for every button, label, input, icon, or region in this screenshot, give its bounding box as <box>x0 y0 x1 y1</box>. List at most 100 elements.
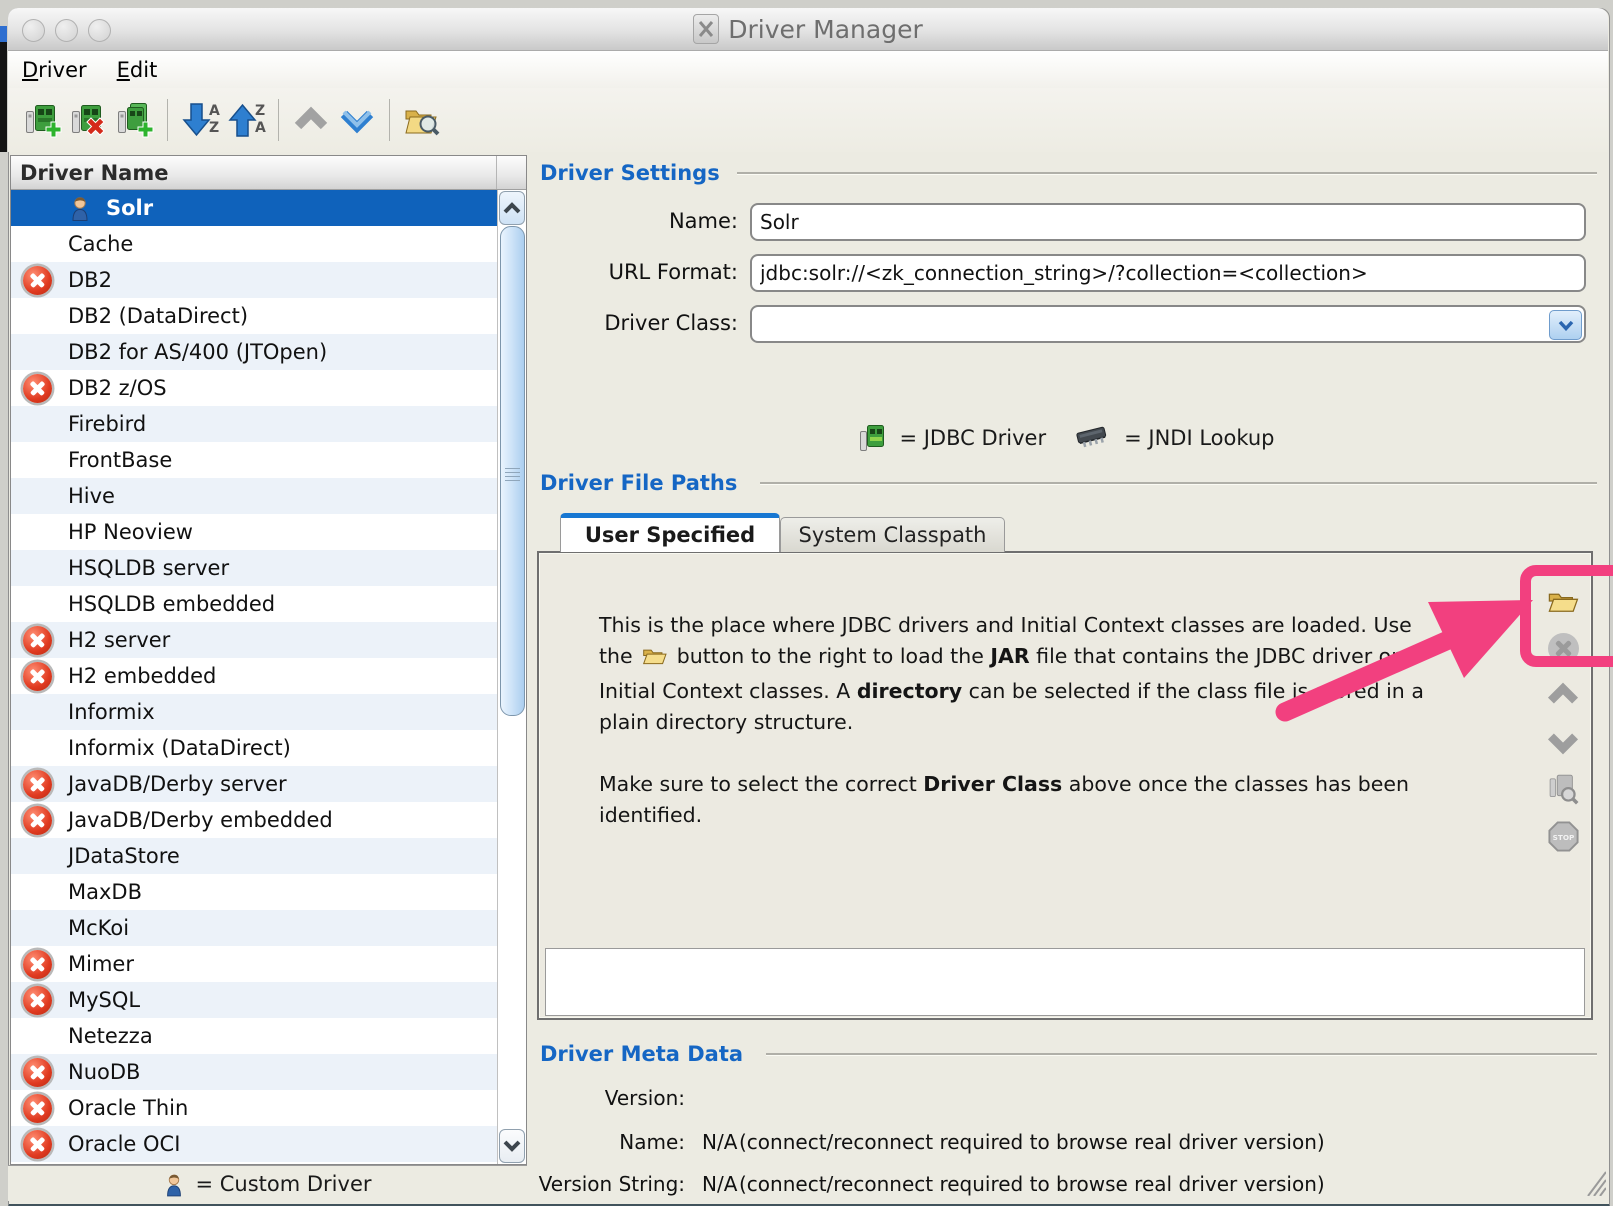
driver-row[interactable]: McKoi <box>11 910 498 946</box>
driver-name-label: DB2 <box>68 268 112 292</box>
title-bar: Driver Manager <box>8 8 1608 51</box>
move-up-button[interactable] <box>288 97 334 143</box>
sort-descending-icon: Z A <box>225 101 267 139</box>
jndi-lookup-legend-label: = JNDI Lookup <box>1124 426 1274 450</box>
scroll-up-button[interactable] <box>499 191 525 225</box>
folder-icon <box>641 644 668 676</box>
driver-paths-list[interactable] <box>545 948 1585 1016</box>
section-divider <box>766 1053 1597 1056</box>
url-format-input[interactable] <box>750 254 1586 292</box>
driver-row[interactable]: Oracle Thin <box>11 1090 498 1126</box>
stop-button[interactable]: STOP <box>1545 819 1581 853</box>
driver-row[interactable]: Oracle OCI <box>11 1126 498 1162</box>
jdbc-driver-legend-label: = JDBC Driver <box>899 426 1046 450</box>
driver-class-dropdown-button[interactable] <box>1549 310 1582 340</box>
sort-ascending-button[interactable]: A Z <box>177 97 223 143</box>
menu-driver[interactable]: Driver <box>22 58 87 82</box>
move-down-icon <box>339 105 375 135</box>
driver-name-label: Mimer <box>68 952 134 976</box>
driver-row[interactable]: JDataStore <box>11 838 498 874</box>
svg-text:A: A <box>255 120 266 136</box>
driver-name-label: HP Neoview <box>68 520 193 544</box>
version-string-value: N/A <box>702 1172 737 1196</box>
find-driver-button[interactable] <box>399 97 445 143</box>
driver-row[interactable]: NuoDB <box>11 1054 498 1090</box>
driver-row[interactable]: HP Neoview <box>11 514 498 550</box>
custom-driver-legend: = Custom Driver <box>8 1165 527 1201</box>
driver-name-label: Firebird <box>68 412 146 436</box>
section-divider <box>760 482 1597 485</box>
driver-row[interactable]: H2 server <box>11 622 498 658</box>
driver-name-label: JavaDB/Derby server <box>68 772 287 796</box>
move-path-up-button[interactable] <box>1545 678 1581 712</box>
meta-name-note: (connect/reconnect required to browse re… <box>739 1130 1325 1154</box>
driver-row[interactable]: Informix <box>11 694 498 730</box>
driver-list-header[interactable]: Driver Name <box>11 156 526 190</box>
resize-grip[interactable] <box>1584 1168 1606 1196</box>
find-driver-class-button[interactable] <box>1545 772 1581 806</box>
driver-row[interactable]: Cache <box>11 226 498 262</box>
driver-row[interactable]: DB2 for AS/400 (JTOpen) <box>11 334 498 370</box>
sort-descending-button[interactable]: Z A <box>223 97 269 143</box>
driver-class-input[interactable] <box>750 305 1586 343</box>
driver-row[interactable]: H2 embedded <box>11 658 498 694</box>
driver-name-label: NuoDB <box>68 1060 140 1084</box>
driver-row[interactable]: Firebird <box>11 406 498 442</box>
copy-driver-button[interactable] <box>112 97 158 143</box>
driver-row[interactable]: DB2 z/OS <box>11 370 498 406</box>
missing-driver-icon <box>23 374 52 403</box>
driver-name-label: DB2 z/OS <box>68 376 167 400</box>
close-button[interactable] <box>22 19 45 42</box>
missing-driver-icon <box>23 986 52 1015</box>
driver-row[interactable]: Hive <box>11 478 498 514</box>
driver-name-column-header: Driver Name <box>11 161 168 185</box>
version-string-note: (connect/reconnect required to browse re… <box>739 1172 1325 1196</box>
driver-row[interactable]: JavaDB/Derby embedded <box>11 802 498 838</box>
driver-row[interactable]: HSQLDB embedded <box>11 586 498 622</box>
driver-class-label: Driver Class: <box>537 311 738 335</box>
missing-driver-icon <box>23 770 52 799</box>
svg-text:STOP: STOP <box>1552 832 1574 841</box>
driver-name-label: MaxDB <box>68 880 142 904</box>
driver-row[interactable]: Mimer <box>11 946 498 982</box>
driver-list-scrollbar[interactable] <box>497 190 526 1164</box>
driver-name-label: HSQLDB server <box>68 556 229 580</box>
zoom-button[interactable] <box>88 19 111 42</box>
driver-file-paths-title: Driver File Paths <box>540 471 737 495</box>
app-x11-icon <box>693 14 719 44</box>
driver-row[interactable]: MaxDB <box>11 874 498 910</box>
driver-list: SolrCache DB2 DB2 (DataDirect)DB2 for AS/4… <box>11 190 498 1164</box>
remove-driver-icon <box>70 102 108 138</box>
svg-text:Z: Z <box>209 120 219 136</box>
move-path-up-icon <box>1546 682 1580 708</box>
minimize-button[interactable] <box>55 19 78 42</box>
driver-row[interactable]: MySQL <box>11 982 498 1018</box>
missing-driver-icon <box>23 1058 52 1087</box>
remove-driver-button[interactable] <box>66 97 112 143</box>
missing-driver-icon <box>23 626 52 655</box>
tab-system-classpath[interactable]: System Classpath <box>780 517 1005 552</box>
driver-name-label: MySQL <box>68 988 140 1012</box>
chevron-up-icon <box>503 202 521 214</box>
driver-meta-data-title: Driver Meta Data <box>540 1042 743 1066</box>
move-path-down-button[interactable] <box>1545 725 1581 759</box>
driver-row[interactable]: JavaDB/Derby server <box>11 766 498 802</box>
driver-row[interactable]: HSQLDB server <box>11 550 498 586</box>
driver-row[interactable]: Solr <box>11 190 498 226</box>
driver-name-label: Hive <box>68 484 115 508</box>
driver-row[interactable]: DB2 <box>11 262 498 298</box>
driver-row[interactable]: Netezza <box>11 1018 498 1054</box>
driver-row[interactable]: DB2 (DataDirect) <box>11 298 498 334</box>
menu-edit[interactable]: Edit <box>117 58 158 82</box>
driver-row[interactable]: FrontBase <box>11 442 498 478</box>
name-input[interactable] <box>750 203 1586 241</box>
chevron-down-icon <box>1558 320 1574 331</box>
scrollbar-thumb[interactable] <box>500 226 525 716</box>
new-driver-button[interactable] <box>20 97 66 143</box>
meta-name-label: Name: <box>480 1130 685 1154</box>
tab-user-specified[interactable]: User Specified <box>560 513 780 552</box>
driver-row[interactable]: Informix (DataDirect) <box>11 730 498 766</box>
name-label: Name: <box>537 209 738 233</box>
move-down-button[interactable] <box>334 97 380 143</box>
missing-driver-icon <box>23 806 52 835</box>
